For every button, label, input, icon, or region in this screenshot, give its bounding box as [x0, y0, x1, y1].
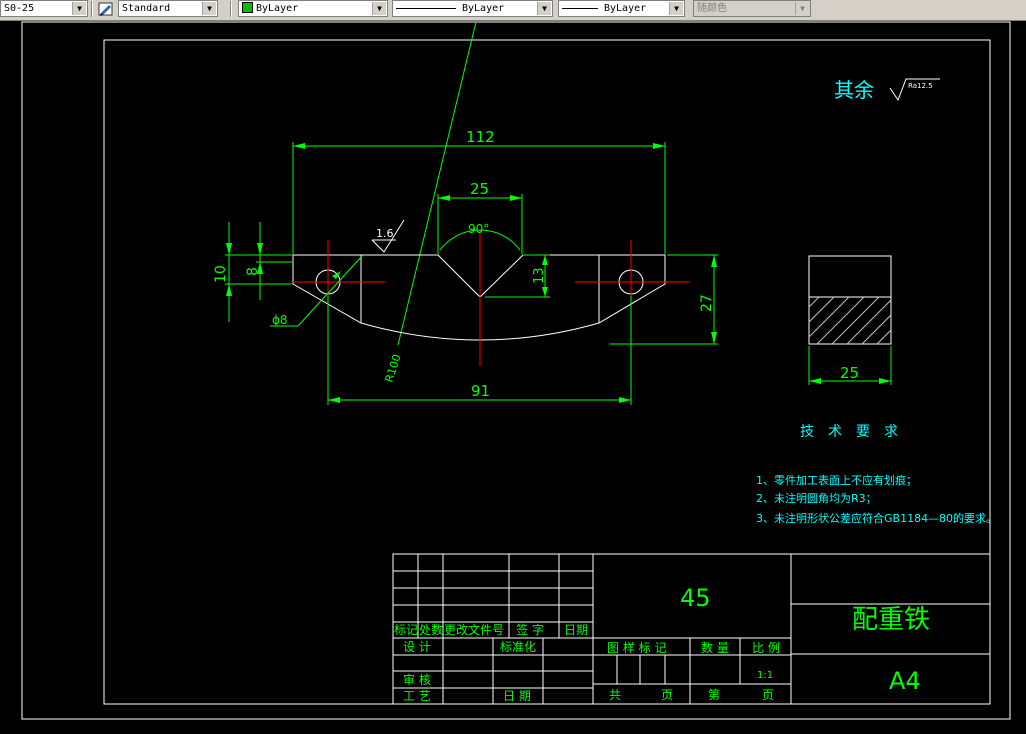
dim-radius: R100	[382, 353, 403, 384]
side-view	[808, 255, 892, 345]
dimension-arrows	[226, 143, 891, 403]
tb-design: 设 计	[403, 640, 431, 654]
tb-scale-label: 比 例	[752, 641, 780, 655]
part-outline	[292, 254, 666, 341]
dim-hole-diameter: ϕ8	[272, 313, 288, 327]
tech-requirements-title: 技术要求	[800, 424, 912, 440]
dim-hole-spacing: 91	[471, 382, 490, 400]
tb-scale: 1:1	[757, 670, 773, 681]
tb-review: 审 核	[403, 672, 431, 687]
toolbar-separator	[230, 1, 232, 17]
construction-line	[397, 21, 477, 346]
tb-label-date: 日期	[564, 623, 588, 637]
dim-v-angle: 90°	[468, 222, 489, 236]
tb-page-2: 页	[762, 688, 774, 702]
toolbar-separator	[91, 1, 93, 17]
linetype-sample	[396, 7, 456, 9]
chevron-down-icon[interactable]: ▼	[72, 2, 86, 15]
roughness-value: Ra12.5	[908, 82, 933, 90]
dimstyle-value: S0-25	[4, 3, 35, 14]
tb-page-1: 页	[661, 688, 673, 702]
dim-height-8: 8	[245, 267, 261, 276]
dim-v-top-width: 25	[470, 180, 489, 198]
center-lines	[292, 230, 690, 366]
tb-label-count: 处数	[419, 622, 443, 637]
tb-paper-size: A4	[889, 667, 921, 695]
dim-thickness: 25	[840, 364, 859, 382]
chevron-down-icon: ▼	[795, 2, 809, 15]
chevron-down-icon[interactable]: ▼	[372, 2, 386, 15]
note-3: 3、未注明形状公差应符合GB1184—80的要求。	[756, 511, 997, 525]
textstyle-combo[interactable]: Standard ▼	[118, 0, 218, 17]
tb-label-signature: 签 字	[516, 622, 544, 637]
tb-label-mark: 标记	[394, 623, 418, 637]
plot-style-combo: 随颜色 ▼	[693, 0, 811, 17]
text-style-manager-icon[interactable]	[98, 1, 114, 17]
lineweight-sample	[562, 7, 598, 9]
color-value: ByLayer	[256, 3, 299, 14]
roughness-prefix: 其余	[834, 78, 874, 102]
dimstyle-combo[interactable]: S0-25 ▼	[0, 0, 88, 17]
drawing-canvas[interactable]: 其余 Ra12.5 1.6 112 25 90° 13 27 10 8 ϕ8 R…	[0, 20, 1026, 734]
linetype-combo[interactable]: ByLayer ▼	[392, 0, 553, 17]
dim-overall-width: 112	[466, 128, 495, 146]
textstyle-value: Standard	[122, 3, 171, 14]
chevron-down-icon[interactable]: ▼	[669, 2, 683, 15]
dim-v-depth: 13	[532, 267, 547, 284]
lineweight-combo[interactable]: ByLayer ▼	[558, 0, 685, 17]
linetype-value: ByLayer	[462, 3, 505, 14]
hatch-pattern	[808, 296, 892, 345]
plot-style-value: 随颜色	[697, 3, 727, 14]
tb-label-change-doc: 更改文件号	[444, 622, 504, 637]
dimension-lines	[225, 142, 892, 405]
lineweight-value: ByLayer	[604, 3, 647, 14]
tb-quantity: 数 量	[701, 640, 729, 655]
tb-part-name: 配重铁	[852, 605, 930, 635]
dim-right-height: 27	[699, 294, 715, 312]
note-2: 2、未注明圆角均为R3；	[756, 491, 877, 505]
note-1: 1、零件加工表面上不应有划痕；	[756, 473, 917, 487]
properties-toolbar: S0-25 ▼ Standard ▼ ByLayer ▼ ByLayer ▼ B…	[0, 0, 1026, 21]
tb-date: 日 期	[503, 689, 531, 703]
chevron-down-icon[interactable]: ▼	[537, 2, 551, 15]
tb-nth: 第	[708, 688, 720, 702]
tb-stage-mark: 图 样 标 记	[607, 640, 666, 655]
tb-total: 共	[609, 688, 621, 702]
tb-material: 45	[680, 584, 711, 612]
color-combo[interactable]: ByLayer ▼	[238, 0, 388, 17]
tb-standardize: 标准化	[500, 640, 536, 654]
color-swatch-icon	[242, 1, 253, 13]
dim-height-10: 10	[213, 265, 229, 283]
chevron-down-icon[interactable]: ▼	[202, 2, 216, 15]
tb-process: 工 艺	[403, 689, 431, 703]
surface-finish-value: 1.6	[376, 227, 394, 240]
